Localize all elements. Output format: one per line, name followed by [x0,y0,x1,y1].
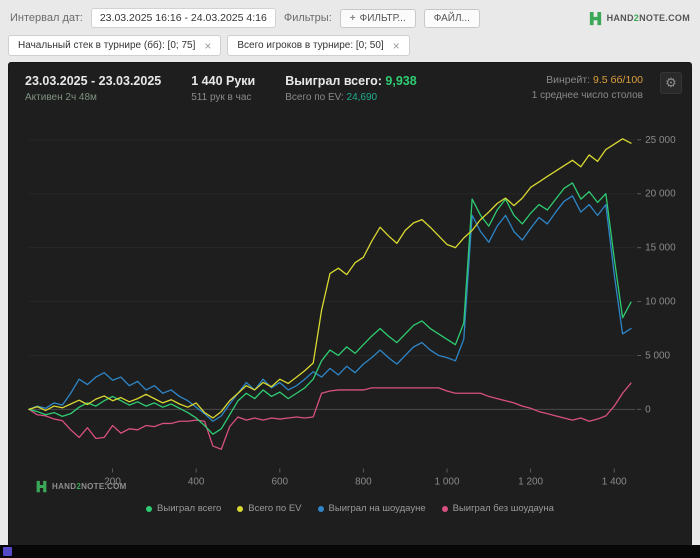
winnings-chart[interactable]: 05 00010 00015 00020 00025 000200 400 600 8… [9,107,691,499]
svg-text:1 000: 1 000 [435,476,460,487]
winrate-label: Винрейт: [546,74,591,86]
svg-text:20 000: 20 000 [645,189,676,200]
filters-label: Фильтры: [283,12,332,24]
settings-button[interactable]: ⚙ [660,72,682,94]
legend-label: Выиграл без шоудауна [452,503,554,514]
add-filter-button-label: ФИЛЬТР... [359,12,406,24]
legend-dot-blue [317,505,324,512]
svg-text:0: 0 [645,404,651,415]
ev-total-value: 24,690 [346,92,378,103]
filter-chip-total-players[interactable]: Всего игроков в турнире: [0; 50] × [227,35,410,56]
hand2note-h-icon [589,11,601,25]
avg-tables: 1 среднее число столов [531,90,643,101]
won-total-value: 9,938 [385,74,417,88]
hand2note-h-icon [36,480,47,493]
chart-legend: Выиграл всего Всего по EV Выиграл на шоу… [9,503,691,514]
winnings-block: Выиграл всего: 9,938 Всего по EV: 24,690 [285,74,416,103]
legend-item-ev[interactable]: Всего по EV [237,503,302,514]
hand2note-logo-text: HAND2NOTE.COM [606,13,690,23]
winrate-value: 9.5 бб/100 [593,74,643,86]
legend-dot-pink [441,505,448,512]
chart-watermark: HAND2NOTE.COM [35,480,127,493]
taskbar [0,545,700,558]
gear-icon: ⚙ [665,75,677,90]
close-icon[interactable]: × [204,40,211,52]
ev-total: Всего по EV: 24,690 [285,92,416,103]
legend-dot-green [146,505,153,512]
legend-item-showdown[interactable]: Выиграл на шоудауне [317,503,426,514]
add-filter-button[interactable]: + ФИЛЬТР... [339,8,416,28]
svg-text:15 000: 15 000 [645,243,676,254]
hands-per-hour: 511 рук в час [191,92,252,103]
won-total: Выиграл всего: 9,938 [285,74,416,88]
winrate: Винрейт: 9.5 бб/100 [532,74,643,86]
svg-text:10 000: 10 000 [645,297,676,308]
file-button[interactable]: ФАЙЛ... [423,8,480,28]
file-button-label: ФАЙЛ... [433,12,470,24]
watermark-text: HAND2NOTE.COM [52,482,127,491]
filter-chips-row: Начальный стек в турнире (бб): [0; 75] ×… [0,33,700,62]
taskbar-app-icon[interactable] [3,547,12,556]
svg-text:800: 800 [355,476,372,487]
filter-chip-label: Начальный стек в турнире (бб): [0; 75] [18,40,196,51]
legend-item-non-showdown[interactable]: Выиграл без шоудауна [441,503,554,514]
topbar: Интервал дат: 23.03.2025 16:16 - 24.03.2… [0,0,700,33]
hands-block: 1 440 Руки 511 рук в час [191,74,255,103]
chart-area: 05 000 10 000 15 000 20 000 25 000 200 400 600 8… [9,107,691,499]
svg-text:25 000: 25 000 [645,135,676,146]
legend-label: Выиграл на шоудауне [328,503,426,514]
legend-label: Выиграл всего [157,503,222,514]
plus-icon: + [349,12,356,24]
winrate-block: Винрейт: 9.5 бб/100 1 среднее число стол… [532,74,643,103]
hands-count: 1 440 Руки [191,74,256,88]
legend-dot-yellow [237,505,244,512]
svg-text:600: 600 [271,476,288,487]
results-header: 23.03.2025 - 23.03.2025 Активен 2ч 48м 1… [9,63,691,105]
legend-label: Всего по EV [248,503,302,514]
session-date-range: 23.03.2025 - 23.03.2025 [25,74,162,88]
svg-text:400: 400 [188,476,205,487]
filter-chip-starting-stack[interactable]: Начальный стек в турнире (бб): [0; 75] × [8,35,222,56]
close-icon[interactable]: × [393,40,400,52]
session-active-time: Активен 2ч 48м [25,92,97,103]
svg-text:1 400: 1 400 [602,476,627,487]
hand2note-logo[interactable]: HAND2NOTE.COM [588,11,690,26]
filter-chip-label: Всего игроков в турнире: [0; 50] [237,40,384,51]
won-total-label: Выиграл всего: [285,74,382,88]
results-panel: 23.03.2025 - 23.03.2025 Активен 2ч 48м 1… [8,62,692,547]
date-interval-label: Интервал дат: [10,12,83,24]
ev-total-label: Всего по EV: [285,92,344,103]
date-interval-field[interactable]: 23.03.2025 16:16 - 24.03.2025 4:16 [90,8,276,28]
svg-text:1 200: 1 200 [518,476,543,487]
legend-item-won-total[interactable]: Выиграл всего [146,503,221,514]
svg-text:5 000: 5 000 [645,350,670,361]
session-block: 23.03.2025 - 23.03.2025 Активен 2ч 48м [25,74,161,103]
